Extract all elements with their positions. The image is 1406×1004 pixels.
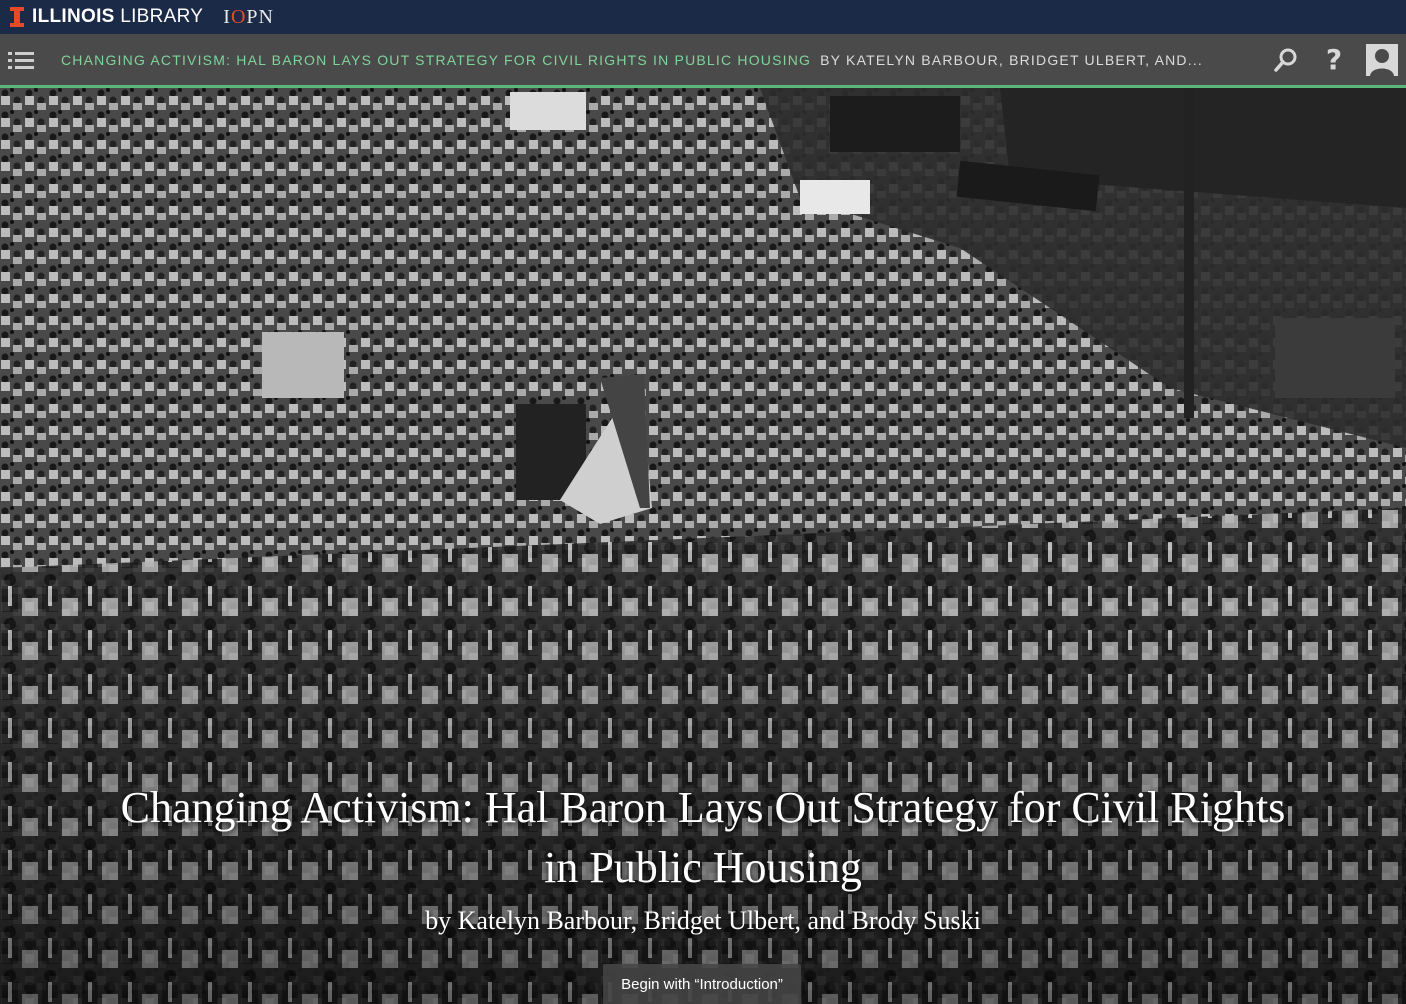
page-byline: by Katelyn Barbour, Bridget Ulbert, and … xyxy=(425,906,981,935)
iopn-logo[interactable]: IOPN xyxy=(223,6,274,29)
iopn-suffix: PN xyxy=(246,5,274,28)
book-authors: BY KATELYN BARBOUR, BRIDGET ULBERT, AND.… xyxy=(820,51,1204,68)
iopn-o: O xyxy=(230,5,247,28)
illinois-library-logo[interactable]: ILLINOIS LIBRARY xyxy=(10,0,203,34)
user-icon xyxy=(1366,43,1398,76)
hero-cover: Changing Activism: Hal Baron Lays Out St… xyxy=(0,88,1406,1004)
begin-introduction-button[interactable]: Begin with “Introduction” xyxy=(603,964,801,1004)
search-button[interactable] xyxy=(1268,42,1304,78)
illinois-block-i-icon xyxy=(10,7,24,27)
help-button[interactable]: ? xyxy=(1316,42,1352,78)
help-icon: ? xyxy=(1325,43,1343,76)
page-title: Changing Activism: Hal Baron Lays Out St… xyxy=(120,783,1286,892)
scalar-navbar: CHANGING ACTIVISM: HAL BARON LAYS OUT ST… xyxy=(0,34,1406,88)
top-brand-bar: ILLINOIS LIBRARY IOPN xyxy=(0,0,1406,34)
book-title-link[interactable]: CHANGING ACTIVISM: HAL BARON LAYS OUT ST… xyxy=(61,52,811,68)
brand-name-light: LIBRARY xyxy=(120,6,204,27)
nav-actions: ? xyxy=(1256,34,1400,85)
iopn-prefix: I xyxy=(223,5,231,28)
menu-icon[interactable] xyxy=(8,50,34,70)
brand-name: ILLINOIS LIBRARY xyxy=(32,6,203,28)
user-button[interactable] xyxy=(1364,42,1400,78)
brand-name-bold: ILLINOIS xyxy=(32,6,115,27)
search-icon xyxy=(1274,48,1297,72)
